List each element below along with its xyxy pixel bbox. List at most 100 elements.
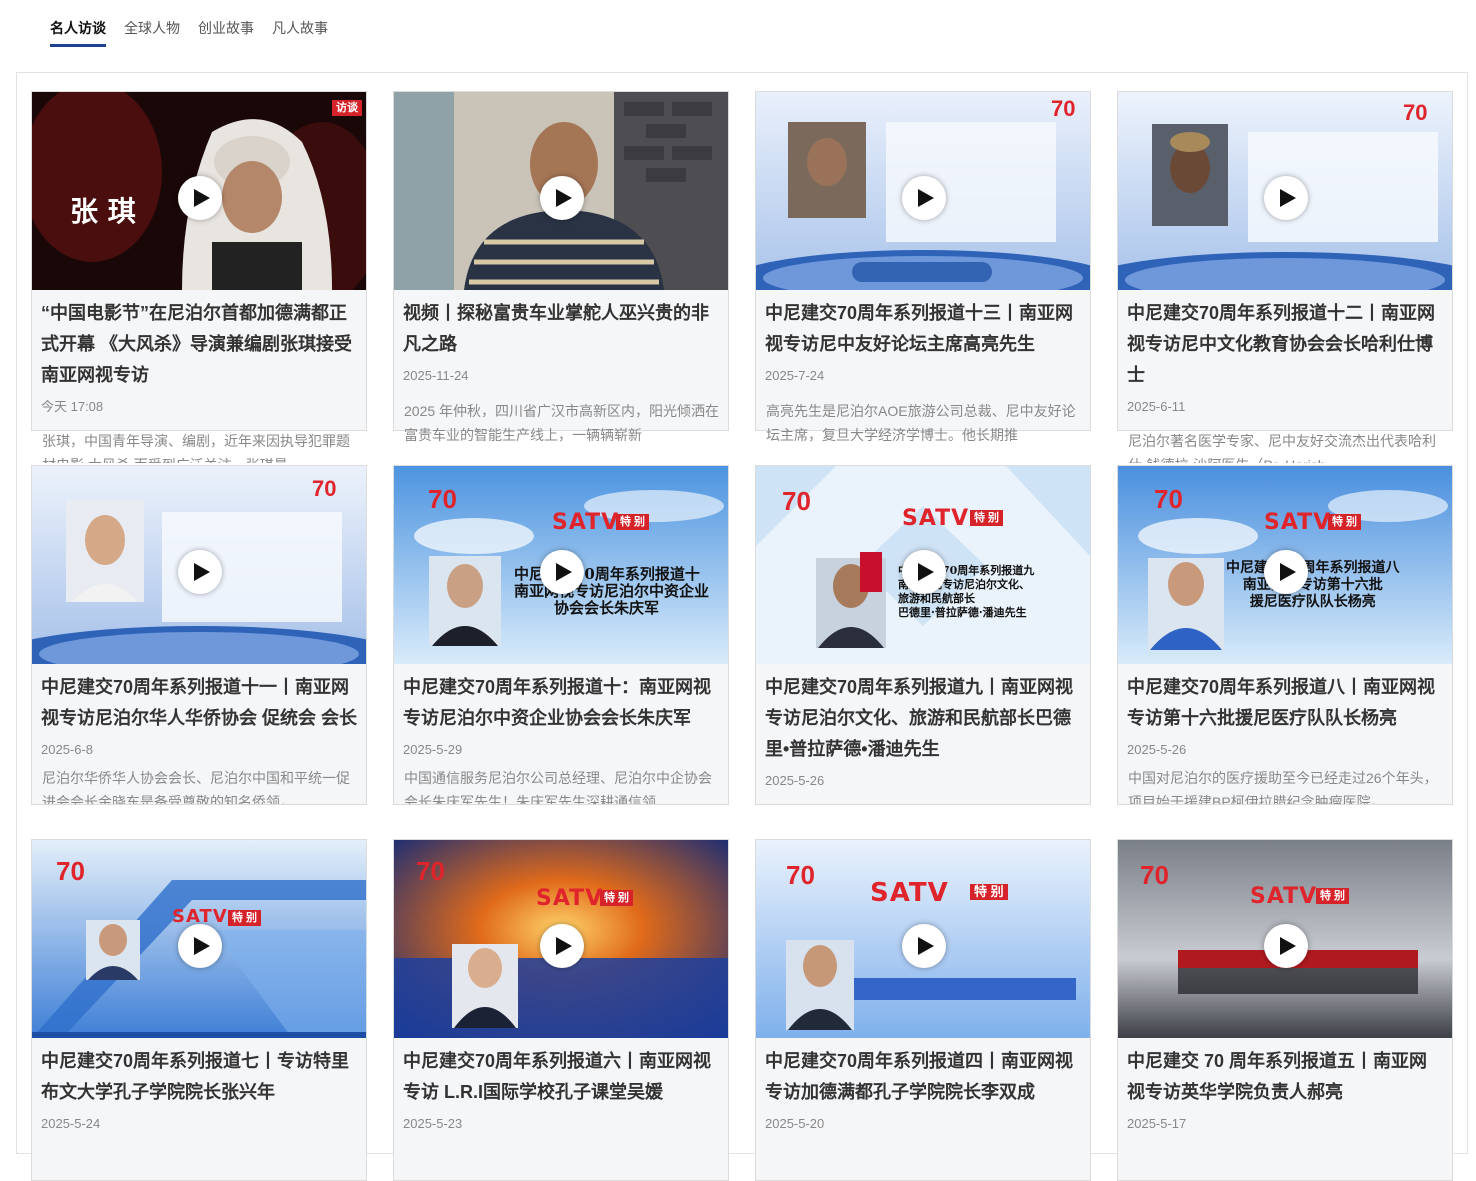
video-thumbnail[interactable]: 70 SATV 特 别 中尼建交70周年系列报道八 南亚网视专访第十六批 援尼医… [1118, 466, 1452, 664]
video-card[interactable]: 70 SATV 特 别 中尼建交 70 周年系列报道五丨南亚网视专访英华学院负责… [1117, 839, 1453, 1181]
play-icon[interactable] [540, 924, 584, 968]
video-title[interactable]: 中尼建交70周年系列报道十二丨南亚网视专访尼中文化教育协会会长哈利仕博士 [1127, 298, 1443, 391]
play-icon[interactable] [540, 176, 584, 220]
video-date: 今天 17:08 [41, 399, 104, 414]
video-card[interactable]: 张 琪 访谈 “中国电影节”在尼泊尔首都加德满都正式开幕 《大风杀》导演兼编剧张… [31, 91, 367, 431]
video-thumbnail[interactable]: 70 SATV 特 别 [1118, 840, 1452, 1038]
video-thumbnail[interactable]: 70 SATV 特 别 [756, 840, 1090, 1038]
video-grid: 张 琪 访谈 “中国电影节”在尼泊尔首都加德满都正式开幕 《大风杀》导演兼编剧张… [16, 72, 1468, 1181]
video-description: 尼泊尔著名医学专家、尼中友好交流杰出代表哈利仕·钱德拉·沙阿医生（Dr. Har… [1128, 433, 1436, 463]
satv-logo: SATV [1250, 884, 1318, 909]
video-date: 2025-5-26 [765, 773, 825, 788]
video-thumbnail[interactable]: 70 [1118, 92, 1452, 290]
video-card[interactable]: 视频丨探秘富贵车业掌舵人巫兴贵的非凡之路 2025-11-24 [393, 91, 729, 431]
video-date: 2025-5-29 [403, 742, 463, 757]
play-icon[interactable] [540, 550, 584, 594]
video-title[interactable]: 中尼建交70周年系列报道十：南亚网视专访尼泊尔中资企业协会会长朱庆军 [403, 672, 719, 734]
video-card[interactable]: 70 SATV 特 别 中尼建交70周年系列报道九 南亚网视专访尼泊尔文化、 旅… [755, 465, 1091, 805]
video-title[interactable]: 中尼建交70周年系列报道八丨南亚网视专访第十六批援尼医疗队队长杨亮 [1127, 672, 1443, 734]
video-title[interactable]: 中尼建交70周年系列报道七丨专访特里布文大学孔子学院院长张兴年 [41, 1046, 357, 1108]
seventy-logo: 70 [1051, 96, 1075, 121]
video-title[interactable]: 中尼建交70周年系列报道九丨南亚网视专访尼泊尔文化、旅游和民航部长巴德里•普拉萨… [765, 672, 1081, 765]
seventy-logo: 70 [786, 860, 815, 890]
play-icon[interactable] [902, 176, 946, 220]
special-tag: 特 别 [600, 890, 634, 906]
tab-celebrity-interviews[interactable]: 名人访谈 [50, 16, 106, 47]
video-thumbnail[interactable]: 70 SATV 特 别 [394, 840, 728, 1038]
video-title[interactable]: 中尼建交70周年系列报道六丨南亚网视专访 L.R.I国际学校孔子课堂吴媛 [403, 1046, 719, 1108]
video-description: 2025 年仲秋，四川省广汉市高新区内，阳光倾洒在富贵车业的智能生产线上，一辆辆… [404, 403, 720, 443]
satv-logo: SATV [870, 878, 949, 908]
video-card[interactable]: 70 中尼建交70周年系列报道十三丨南亚网视专访尼中友好论坛主席高亮先生 202… [755, 91, 1091, 431]
seventy-logo: 70 [1154, 484, 1183, 514]
play-icon[interactable] [178, 176, 222, 220]
special-tag: 特 别 [970, 884, 1008, 900]
video-card[interactable]: 70 SATV 特 别 中尼建交70周年系列报道十 南亚网视专访尼泊尔中资企业 … [393, 465, 729, 805]
video-thumbnail[interactable]: 70 SATV 特 别 中尼建交70周年系列报道九 南亚网视专访尼泊尔文化、 旅… [756, 466, 1090, 664]
video-thumbnail[interactable]: 70 [756, 92, 1090, 290]
seventy-logo: 70 [416, 856, 445, 886]
video-date: 2025-5-23 [403, 1116, 463, 1131]
video-title[interactable]: 视频丨探秘富贵车业掌舵人巫兴贵的非凡之路 [403, 298, 719, 360]
video-thumbnail[interactable]: 张 琪 访谈 [32, 92, 366, 290]
play-icon[interactable] [1264, 550, 1308, 594]
special-tag: 特 别 [228, 910, 262, 926]
video-title[interactable]: “中国电影节”在尼泊尔首都加德满都正式开幕 《大风杀》导演兼编剧张琪接受南亚网视… [41, 298, 357, 391]
satv-logo: SATV [552, 510, 620, 535]
video-title[interactable]: 中尼建交 70 周年系列报道五丨南亚网视专访英华学院负责人郝亮 [1127, 1046, 1443, 1108]
special-tag: 特 别 [1328, 514, 1362, 530]
seventy-logo: 70 [1140, 860, 1169, 890]
video-title[interactable]: 中尼建交70周年系列报道十一丨南亚网视专访尼泊尔华人华侨协会 促统会 会长 [41, 672, 357, 734]
video-description: 中国通信服务尼泊尔公司总经理、尼泊尔中企协会会长朱庆军先生！朱庆军先生深耕通信领 [404, 770, 712, 805]
satv-logo: SATV [902, 506, 970, 531]
play-icon[interactable] [1264, 924, 1308, 968]
video-date: 2025-6-11 [1127, 399, 1186, 414]
video-thumbnail[interactable] [394, 92, 728, 290]
satv-logo: SATV [536, 886, 604, 911]
thumb-caption-line: 援尼医疗队队长杨亮 [1249, 594, 1376, 610]
play-icon[interactable] [178, 924, 222, 968]
thumb-caption-line: 巴德里·普拉萨德·潘迪先生 [898, 606, 1027, 619]
special-tag: 特 别 [616, 514, 650, 530]
seventy-logo: 70 [1403, 100, 1427, 125]
play-icon[interactable] [902, 550, 946, 594]
thumb-caption-line: 协会会长朱庆军 [554, 599, 660, 617]
video-date: 2025-5-20 [765, 1116, 825, 1131]
video-card[interactable]: 70 SATV 特 别 中尼建交70周年系列报道六丨南亚网视专访 L.R.I国际… [393, 839, 729, 1181]
seventy-logo: 70 [312, 476, 336, 501]
video-card[interactable]: 70 SATV 特 别 中尼建交70周年系列报道八 南亚网视专访第十六批 援尼医… [1117, 465, 1453, 805]
video-description: 尼泊尔华侨华人协会会长、尼泊尔中国和平统一促进会会长金晓东是备受尊敬的知名侨领， [42, 770, 350, 805]
video-card[interactable]: 70 SATV 特 别 中尼建交70周年系列报道四丨南亚网视专访加德满都孔子学院… [755, 839, 1091, 1181]
tab-global-figures[interactable]: 全球人物 [124, 16, 180, 47]
tab-startup-stories[interactable]: 创业故事 [198, 16, 254, 47]
guest-name-text: 张 琪 [70, 195, 136, 228]
interview-corner-tag: 访谈 [332, 100, 362, 116]
play-icon[interactable] [902, 924, 946, 968]
video-card[interactable]: 70 中尼建交70周年系列报道十一丨南亚网视专访尼泊尔华人华侨协会 促统会 会长… [31, 465, 367, 805]
video-thumbnail[interactable]: 70 [32, 466, 366, 664]
video-date: 2025-5-17 [1127, 1116, 1187, 1131]
video-date: 2025-6-8 [41, 742, 94, 757]
seventy-logo: 70 [428, 484, 457, 514]
video-thumbnail[interactable]: 70 SATV 特 别 中尼建交70周年系列报道十 南亚网视专访尼泊尔中资企业 … [394, 466, 728, 664]
video-card[interactable]: 70 SATV 特 别 中尼建交70周年系列报道七丨专访特里布文大学孔子学院院长… [31, 839, 367, 1181]
video-date: 2025-5-26 [1127, 742, 1187, 757]
seventy-logo: 70 [782, 486, 811, 516]
seventy-logo: 70 [56, 856, 85, 886]
video-date: 2025-5-24 [41, 1116, 101, 1131]
thumb-caption-line: 南亚网视专访第十六批 [1242, 577, 1383, 593]
video-title[interactable]: 中尼建交70周年系列报道四丨南亚网视专访加德满都孔子学院院长李双成 [765, 1046, 1081, 1108]
video-title[interactable]: 中尼建交70周年系列报道十三丨南亚网视专访尼中友好论坛主席高亮先生 [765, 298, 1081, 360]
play-icon[interactable] [178, 550, 222, 594]
video-date: 2025-7-24 [765, 368, 825, 383]
video-thumbnail[interactable]: 70 SATV 特 别 [32, 840, 366, 1038]
play-icon[interactable] [1264, 176, 1308, 220]
thumb-caption-line: 旅游和民航部长 [898, 592, 975, 605]
tab-ordinary-stories[interactable]: 凡人故事 [272, 16, 328, 47]
video-date: 2025-11-24 [403, 368, 469, 383]
special-tag: 特 别 [1316, 888, 1350, 904]
satv-logo: SATV [1264, 510, 1332, 535]
video-card[interactable]: 70 中尼建交70周年系列报道十二丨南亚网视专访尼中文化教育协会会长哈利仕博士 … [1117, 91, 1453, 431]
thumb-caption-line: 中尼建交70周年系列报道八 [1226, 560, 1400, 576]
thumb-caption-line: 南亚网视专访尼泊尔中资企业 [514, 582, 710, 600]
